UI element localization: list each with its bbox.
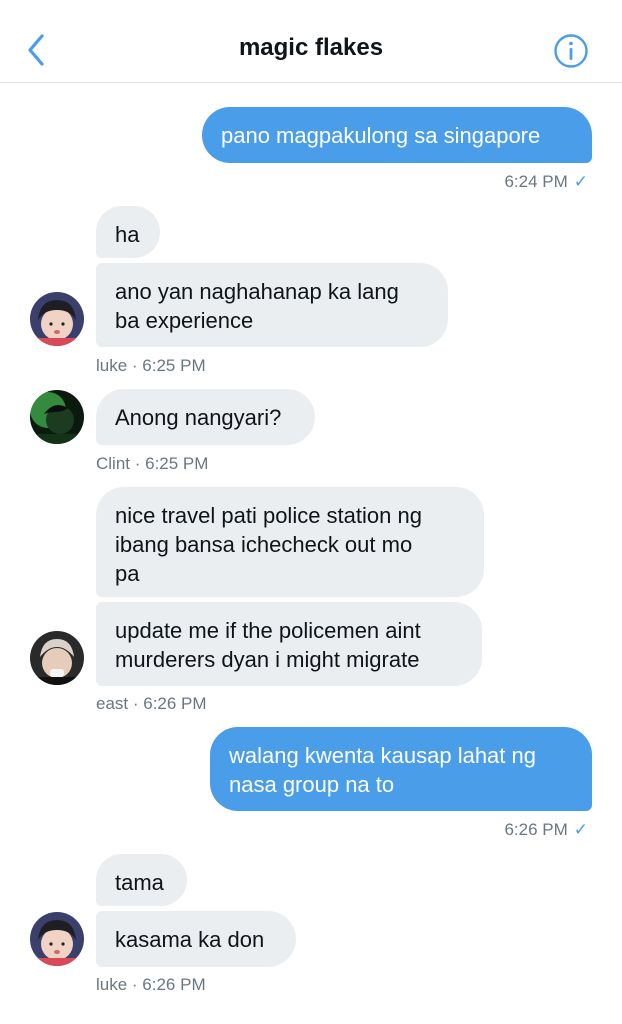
message-line: ba experience: [115, 308, 254, 333]
avatar-photo-luke: [30, 912, 84, 966]
avatar-east[interactable]: [30, 631, 84, 685]
message-line: ano yan naghahanap ka lang: [115, 279, 399, 304]
message-line: nasa group na to: [229, 772, 395, 797]
message-line: ibang bansa ichecheck out mo: [115, 532, 413, 557]
message-line: murderers dyan i might migrate: [115, 647, 420, 672]
message-bubble-incoming[interactable]: kasama ka don: [96, 911, 296, 967]
message-line: walang kwenta kausap lahat ng: [229, 743, 536, 768]
message-bubble-incoming[interactable]: ha: [96, 206, 160, 258]
message-text: kasama ka don: [115, 927, 265, 952]
message-line: pa: [115, 561, 140, 586]
info-icon: [554, 34, 588, 68]
conversation-title: magic flakes: [238, 34, 384, 61]
message-bubble-outgoing[interactable]: pano magpakulong sa singapore: [202, 107, 592, 163]
sent-check-icon: ✓: [573, 820, 588, 839]
message-line: update me if the policemen aint: [115, 618, 421, 643]
avatar-luke[interactable]: [30, 292, 84, 346]
avatar-photo-clint: [30, 390, 84, 444]
message-bubble-incoming[interactable]: ano yan naghahanap ka lang ba experience: [96, 263, 448, 347]
message-bubble-outgoing[interactable]: walang kwenta kausap lahat ng nasa group…: [210, 727, 592, 811]
message-meta: Clint · 6:25 PM: [96, 454, 209, 473]
message-bubble-incoming[interactable]: update me if the policemen aint murderer…: [96, 602, 482, 686]
info-button[interactable]: [553, 33, 589, 69]
message-line: nice travel pati police station ng: [115, 503, 422, 528]
message-bubble-incoming[interactable]: nice travel pati police station ng ibang…: [96, 487, 484, 597]
message-bubble-incoming[interactable]: tama: [96, 854, 187, 906]
avatar-clint[interactable]: [30, 390, 84, 444]
avatar-luke[interactable]: [30, 912, 84, 966]
message-text: ha: [115, 222, 140, 247]
message-timestamp: 6:24 PM ✓: [504, 172, 588, 191]
avatar-photo-east: [30, 631, 84, 685]
message-text: tama: [115, 870, 164, 895]
message-timestamp: 6:26 PM ✓: [504, 820, 588, 839]
message-meta: luke · 6:25 PM: [96, 356, 206, 375]
message-meta: luke · 6:26 PM: [96, 975, 206, 994]
message-text: pano magpakulong sa singapore: [221, 123, 541, 148]
sent-check-icon: ✓: [573, 172, 588, 191]
message-text: Anong nangyari?: [115, 405, 282, 430]
message-bubble-incoming[interactable]: Anong nangyari?: [96, 389, 315, 445]
message-meta: east · 6:26 PM: [96, 694, 207, 713]
conversation-header: magic flakes: [0, 0, 622, 83]
avatar-photo-luke: [30, 292, 84, 346]
